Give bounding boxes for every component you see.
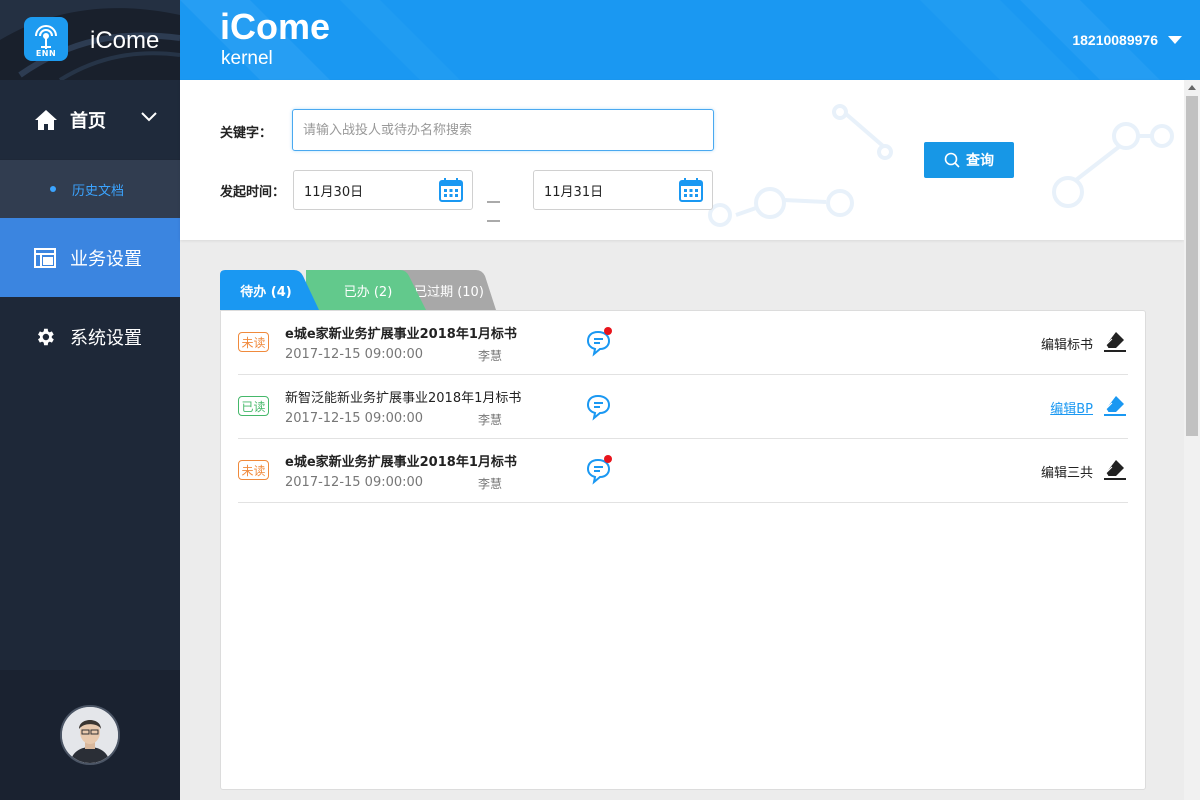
list-item[interactable]: 已读 新智泛能新业务扩展事业2018年1月标书 2017-12-15 09:00…: [238, 375, 1128, 439]
layout-panel-icon: [34, 247, 56, 268]
task-tabs: 已过期 (10) 已办 (2) 待办 (4): [220, 270, 520, 310]
chat-bubble-notify-icon[interactable]: [586, 327, 614, 357]
end-date-field[interactable]: 11月31日: [533, 170, 713, 210]
tab-label: 已办 (2): [343, 284, 393, 300]
app-logo: ENN: [24, 17, 68, 61]
item-person: 李慧: [478, 477, 503, 491]
item-date: 2017-12-15 09:00:00: [285, 347, 424, 362]
sidebar-item-label: 首页: [70, 110, 106, 132]
query-button[interactable]: 查询: [924, 142, 1014, 178]
status-badge: 已读: [238, 396, 269, 416]
item-title[interactable]: 新智泛能新业务扩展事业2018年1月标书: [285, 387, 521, 406]
sidebar-item-home[interactable]: 首页: [0, 80, 180, 159]
sidebar: ENN iCome 首页 历史文档 业务设置 系统设置: [0, 0, 180, 800]
sidebar-item-label: 业务设置: [70, 248, 142, 270]
sidebar-item-label: 历史文档: [72, 183, 125, 199]
calendar-icon[interactable]: [679, 178, 703, 202]
start-time-label: 发起时间：: [220, 185, 286, 200]
app-subtitle: kernel: [221, 48, 273, 69]
item-title[interactable]: e城e家新业务扩展事业2018年1月标书: [285, 323, 517, 342]
end-date-value: 11月31日: [544, 184, 604, 200]
task-list: 未读 e城e家新业务扩展事业2018年1月标书 2017-12-15 09:00…: [220, 310, 1146, 790]
vertical-scrollbar[interactable]: [1184, 80, 1200, 800]
scroll-thumb[interactable]: [1186, 96, 1198, 436]
keyword-search-input[interactable]: [292, 109, 714, 151]
brand-bar: ENN iCome: [0, 0, 180, 80]
edit-action-link[interactable]: 编辑标书: [1041, 334, 1093, 353]
avatar[interactable]: [60, 705, 120, 765]
date-range-separator: [487, 188, 519, 222]
start-date-value: 11月30日: [304, 184, 364, 200]
eraser-edit-icon[interactable]: [1104, 330, 1126, 352]
user-phone: 18210089976: [1072, 32, 1158, 48]
gear-icon: [38, 328, 54, 345]
item-title[interactable]: e城e家新业务扩展事业2018年1月标书: [285, 451, 517, 470]
eraser-edit-icon[interactable]: [1104, 394, 1126, 416]
tab-label: 待办 (4): [240, 284, 292, 300]
search-panel: 关键字： 发起时间： 11月30日 11月31日: [180, 80, 1184, 240]
calendar-icon[interactable]: [439, 178, 463, 202]
scroll-up-arrow-icon[interactable]: [1188, 85, 1196, 90]
sidebar-item-label: 系统设置: [70, 327, 142, 349]
search-icon: [944, 152, 960, 168]
user-menu[interactable]: 18210089976: [1072, 32, 1182, 48]
item-date: 2017-12-15 09:00:00: [285, 475, 424, 490]
caret-down-icon: [1168, 36, 1182, 44]
sidebar-item-history[interactable]: 历史文档: [0, 160, 180, 218]
user-portrait-icon: [62, 707, 118, 763]
sidebar-item-business-settings[interactable]: 业务设置: [0, 218, 180, 297]
top-header: iCome kernel 18210089976: [180, 0, 1200, 80]
tab-pending[interactable]: 待办 (4): [220, 270, 330, 310]
logo-text: ENN: [35, 49, 57, 58]
edit-action-link[interactable]: 编辑三共: [1041, 462, 1093, 481]
sidebar-item-system-settings[interactable]: 系统设置: [0, 297, 180, 376]
bullet-dot-icon: [50, 186, 56, 192]
start-date-field[interactable]: 11月30日: [293, 170, 473, 210]
status-badge: 未读: [238, 332, 269, 352]
chat-bubble-notify-icon[interactable]: [586, 455, 614, 485]
item-date: 2017-12-15 09:00:00: [285, 411, 424, 426]
item-person: 李慧: [478, 413, 503, 427]
query-button-label: 查询: [966, 153, 994, 169]
brand-name: iCome: [90, 27, 160, 54]
app-title: iCome: [220, 6, 331, 47]
keyword-label: 关键字：: [220, 126, 273, 141]
chat-bubble-icon[interactable]: [586, 391, 614, 421]
list-item[interactable]: 未读 e城e家新业务扩展事业2018年1月标书 2017-12-15 09:00…: [238, 439, 1128, 503]
header-stripes-decoration: [180, 0, 1160, 80]
chevron-down-icon[interactable]: [140, 111, 158, 123]
eraser-edit-icon[interactable]: [1104, 458, 1126, 480]
status-badge: 未读: [238, 460, 269, 480]
molecule-decoration: [708, 104, 1174, 227]
list-item[interactable]: 未读 e城e家新业务扩展事业2018年1月标书 2017-12-15 09:00…: [238, 311, 1128, 375]
home-icon: [35, 109, 57, 130]
edit-action-link[interactable]: 编辑BP: [1050, 398, 1093, 417]
item-person: 李慧: [478, 349, 503, 363]
